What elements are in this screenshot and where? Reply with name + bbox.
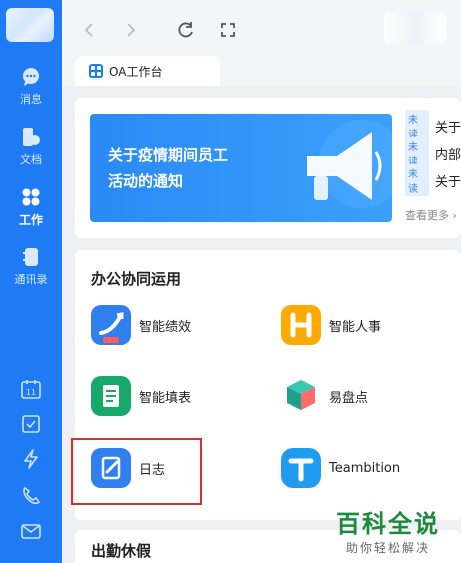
watermark-sub: 助你轻松解决 <box>345 541 430 555</box>
app-label: 易盘点 <box>329 390 369 406</box>
top-toolbar <box>62 0 461 58</box>
hr-icon <box>281 305 321 345</box>
banner-title: 关于疫情期间员工 活动的通知 <box>108 142 228 194</box>
sidebar-item-contacts[interactable]: 通讯录 <box>0 246 62 287</box>
user-menu[interactable] <box>384 12 446 44</box>
todo-button[interactable] <box>20 413 42 435</box>
avatar[interactable] <box>6 8 54 42</box>
watermark-main: 百科全说 <box>336 510 440 538</box>
notice-item[interactable]: 未读 关于 <box>405 110 461 142</box>
phone-button[interactable] <box>20 485 42 507</box>
mail-button[interactable] <box>20 520 42 542</box>
calendar-day: 11 <box>26 388 36 397</box>
app-hr[interactable]: 智能人事 <box>281 305 381 345</box>
calendar-icon: 11 <box>21 380 41 399</box>
notice-title: 关于 <box>434 120 461 136</box>
performance-icon <box>91 305 131 345</box>
ding-button[interactable] <box>20 448 42 470</box>
sidebar-item-label: 文档 <box>20 153 42 166</box>
megaphone-icon <box>307 120 392 208</box>
unread-badge: 未读 <box>405 164 429 196</box>
sidebar-item-label: 通讯录 <box>14 273 48 286</box>
app-label: 智能人事 <box>329 319 382 335</box>
refresh-icon[interactable] <box>176 20 196 40</box>
todo-icon <box>22 415 40 433</box>
app-label: Teambition <box>329 460 401 476</box>
sidebar-item-label: 工作 <box>18 213 43 227</box>
section-title-office: 办公协同运用 <box>91 270 182 288</box>
phone-icon <box>23 486 41 505</box>
sidebar-item-messages[interactable]: 消息 <box>0 66 62 107</box>
chat-icon <box>23 68 39 86</box>
app-inventory[interactable]: 易盘点 <box>281 376 368 416</box>
fullscreen-icon[interactable] <box>218 20 238 40</box>
contacts-icon <box>23 248 38 266</box>
highlight-box <box>71 438 202 505</box>
forward-icon[interactable] <box>120 20 140 40</box>
mail-icon <box>21 524 41 539</box>
app-label: 智能填表 <box>139 390 192 406</box>
app-label: 智能绩效 <box>139 319 192 335</box>
tab-oa-workbench[interactable]: OA工作台 <box>75 56 220 86</box>
notice-item[interactable]: 未读 内部 <box>405 137 461 169</box>
watermark: 百科全说 助你轻松解决 <box>336 504 440 556</box>
sidebar-item-work[interactable]: 工作 <box>0 186 62 228</box>
app-performance[interactable]: 智能绩效 <box>91 305 191 345</box>
app-teambition[interactable]: Teambition <box>281 448 400 488</box>
form-icon <box>91 376 131 416</box>
back-icon[interactable] <box>80 20 100 40</box>
document-icon <box>23 128 40 146</box>
notice-item[interactable]: 未读 关于 <box>405 164 461 196</box>
teambition-icon <box>281 448 321 488</box>
sidebar-item-label: 消息 <box>20 93 42 106</box>
sidebar-item-docs[interactable]: 文档 <box>0 126 62 167</box>
view-more-link[interactable]: 查看更多 › <box>405 207 457 223</box>
banner-line-1: 关于疫情期间员工 <box>108 146 229 164</box>
announcement-banner[interactable]: 关于疫情期间员工 活动的通知 <box>90 114 392 222</box>
workbench-icon <box>89 64 103 78</box>
inventory-icon <box>281 376 321 416</box>
app-form[interactable]: 智能填表 <box>91 376 191 416</box>
section-title-attendance: 出勤休假 <box>91 542 152 560</box>
sidebar: 消息 文档 工作 通讯录 11 <box>0 0 62 563</box>
lightning-icon <box>24 449 38 469</box>
banner-line-2: 活动的通知 <box>108 172 184 190</box>
tab-label: OA工作台 <box>109 64 163 79</box>
notice-title: 关于 <box>434 174 461 190</box>
grid-icon <box>22 188 40 206</box>
calendar-button[interactable]: 11 <box>20 378 42 400</box>
notice-title: 内部 <box>434 147 461 163</box>
